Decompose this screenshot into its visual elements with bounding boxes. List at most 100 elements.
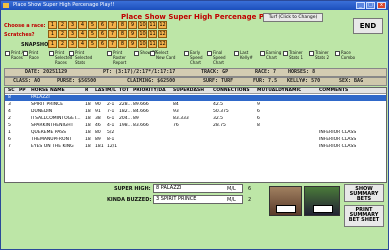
snapshot-button-7[interactable]: 7 (108, 40, 117, 48)
super-high-ml-value: 6 (248, 186, 252, 192)
scratch-button-12[interactable]: 12 (158, 30, 167, 38)
scratch-button-4[interactable]: 4 (78, 30, 87, 38)
race-button-7[interactable]: 7 (108, 21, 117, 29)
table-cell: 50.375 (213, 109, 229, 114)
scratch-button-10[interactable]: 10 (138, 30, 147, 38)
turf-toggle-button[interactable]: Turf (Click to Change) (263, 13, 323, 22)
column-header[interactable]: COMMENTS (319, 88, 348, 94)
table-cell: 18 (85, 109, 91, 114)
scratch-button-6[interactable]: 6 (98, 30, 107, 38)
option-checkbox[interactable] (69, 51, 74, 56)
column-header[interactable]: LAST (95, 88, 108, 94)
table-row[interactable]: 2 ITSALLCOMINTOGET... 18 38 6-1 204... 89 83.33… (5, 116, 386, 122)
option-checkbox[interactable] (184, 51, 189, 56)
snapshot-button-11[interactable]: 11 (148, 40, 157, 48)
snapshot-button-1[interactable]: 1 (48, 40, 57, 48)
table-cell: 6 (257, 109, 260, 114)
snapshot-button-3[interactable]: 3 (68, 40, 77, 48)
table-cell: INFERIOR CLASS (319, 137, 357, 142)
scratch-button-7[interactable]: 7 (108, 30, 117, 38)
race-button-9[interactable]: 9 (128, 21, 137, 29)
table-cell: 83.333 (173, 116, 189, 121)
race-button-1[interactable]: 1 (48, 21, 57, 29)
scratch-button-11[interactable]: 11 (148, 30, 157, 38)
scratch-button-8[interactable]: 8 (118, 30, 127, 38)
table-cell: ITSALLCOMINTOGET... (31, 116, 81, 121)
info-class: CLASS: AO (13, 78, 41, 84)
snapshot-button-8[interactable]: 8 (118, 40, 127, 48)
race-button-5[interactable]: 5 (88, 21, 97, 29)
maximize-button[interactable]: □ (366, 2, 375, 9)
scratch-button-9[interactable]: 9 (128, 30, 137, 38)
scratch-button-3[interactable]: 3 (68, 30, 77, 38)
snapshot-button-4[interactable]: 4 (78, 40, 87, 48)
option-checkbox[interactable] (335, 51, 340, 56)
table-row[interactable]: 3 SPIRIT PRINCE 18 90 2-1 228... 89.666 84 42.5 9 (5, 102, 386, 108)
info-track: TRACK: GP (201, 69, 229, 75)
table-cell: 89.666 (133, 102, 149, 107)
race-button-12[interactable]: 12 (158, 21, 167, 29)
column-header[interactable]: R (85, 88, 88, 94)
column-header[interactable]: MUTUALDYNAMIC (257, 88, 301, 94)
end-button[interactable]: END (353, 18, 383, 34)
column-header[interactable]: SC (8, 88, 15, 94)
race-button-2[interactable]: 2 (58, 21, 67, 29)
race-button-8[interactable]: 8 (118, 21, 127, 29)
table-row[interactable]: 1 QUEREME PASS 18 80 5/2 INFERIOR CLASS (5, 130, 386, 136)
column-header[interactable]: M/L (107, 88, 116, 94)
option-checkbox[interactable] (207, 51, 212, 56)
option-checkbox[interactable] (150, 51, 155, 56)
race-button-3[interactable]: 3 (68, 21, 77, 29)
option-checkbox[interactable] (260, 51, 265, 56)
info-surface: SURF: TURF (203, 78, 234, 84)
snapshot-button-12[interactable]: 12 (158, 40, 167, 48)
option-checkbox[interactable] (234, 51, 239, 56)
table-row[interactable]: 4 DUNEDIN 18 91 7-1 182... 84.666 93 50.375 6 (5, 109, 386, 115)
option-checkbox[interactable] (309, 51, 314, 56)
race-button-4[interactable]: 4 (78, 21, 87, 29)
option-label: Print Roster Report (113, 50, 127, 65)
option-checkbox[interactable] (134, 51, 139, 56)
table-cell: 181 (95, 144, 104, 149)
column-header[interactable]: TOT (119, 88, 129, 94)
table-row[interactable]: 7 EYES ON THE KING 18 181 12/1 INFERIOR CLASS (5, 144, 386, 150)
info-sex: SEX: BAG (339, 78, 364, 84)
horse-table: SC PP HORSE NAME R LAST M/L TOT PRIORITY/DA SUPE… (4, 87, 387, 183)
info-purse: PURSE: $56500 (57, 78, 97, 84)
print-summary-bet-sheet-button[interactable]: PRINT SUMMARY BET SHEET (344, 205, 384, 227)
option-checkbox[interactable] (23, 51, 28, 56)
column-header[interactable]: SUPERDASH (173, 88, 204, 94)
column-header[interactable]: PP (19, 88, 26, 94)
table-cell: 18 (85, 144, 91, 149)
snapshot-button-2[interactable]: 2 (58, 40, 67, 48)
app-window: Place Show Super High Percenage Play!! _… (0, 0, 389, 250)
table-row[interactable]: 5 SPARKINTHENIGHT 18 46 4-1 198... 83.666 76 28.… (5, 123, 386, 129)
close-button[interactable]: x (377, 2, 386, 9)
option-checkbox[interactable] (49, 51, 54, 56)
table-row[interactable]: 6 THEMANUPFRONT 18 89 8-1 INFERIOR CLASS (5, 137, 386, 143)
table-row[interactable]: 8 PALAZZI (5, 95, 386, 101)
snapshot-button-6[interactable]: 6 (98, 40, 107, 48)
option-checkbox[interactable] (283, 51, 288, 56)
column-header[interactable]: PRIORITY/DA (133, 88, 166, 94)
show-summary-bets-button[interactable]: SHOW SUMMARY BETS (344, 184, 384, 202)
scratch-button-5[interactable]: 5 (88, 30, 97, 38)
option-checkbox[interactable] (5, 51, 10, 56)
scratch-button-1[interactable]: 1 (48, 30, 57, 38)
snapshot-button-10[interactable]: 10 (138, 40, 147, 48)
snapshot-button-5[interactable]: 5 (88, 40, 97, 48)
column-header[interactable]: HORSE NAME (31, 88, 65, 94)
race-button-11[interactable]: 11 (148, 21, 157, 29)
option-label: Trainer Stats 1 (289, 50, 304, 60)
option-label: Race Combo (341, 50, 356, 60)
column-header[interactable]: CONNECTIONS (213, 88, 250, 94)
race-button-10[interactable]: 10 (138, 21, 147, 29)
table-cell: 42.5 (213, 102, 224, 107)
table-cell: 18 (85, 102, 91, 107)
race-button-6[interactable]: 6 (98, 21, 107, 29)
table-cell: PALAZZI (31, 95, 50, 100)
option-checkbox[interactable] (107, 51, 112, 56)
scratch-button-2[interactable]: 2 (58, 30, 67, 38)
snapshot-button-9[interactable]: 9 (128, 40, 137, 48)
minimize-button[interactable]: _ (356, 2, 365, 9)
